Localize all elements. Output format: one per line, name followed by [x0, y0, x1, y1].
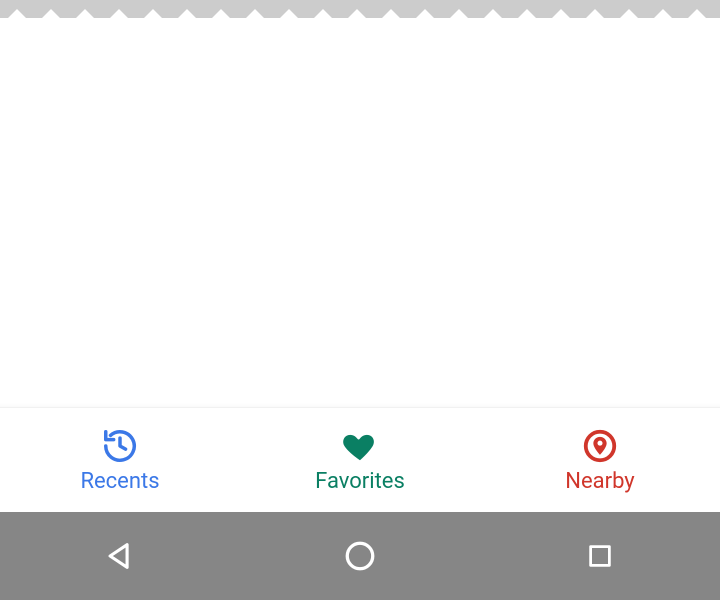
- content-area: [0, 18, 720, 408]
- system-recents-button[interactable]: [578, 534, 622, 578]
- cropped-top-indicator: [0, 0, 720, 18]
- nav-item-recents[interactable]: Recents: [0, 408, 240, 512]
- system-back-button[interactable]: [98, 534, 142, 578]
- android-system-nav: [0, 512, 720, 600]
- system-home-button[interactable]: [338, 534, 382, 578]
- triangle-back-icon: [103, 539, 137, 573]
- history-icon: [101, 427, 139, 465]
- bottom-navigation: Recents Favorites Nearby: [0, 408, 720, 512]
- location-icon: [581, 427, 619, 465]
- circle-home-icon: [342, 538, 378, 574]
- square-recents-icon: [585, 541, 615, 571]
- heart-icon: [339, 427, 381, 465]
- nav-item-nearby[interactable]: Nearby: [480, 408, 720, 512]
- nav-label-recents: Recents: [80, 471, 159, 493]
- nav-item-favorites[interactable]: Favorites: [240, 408, 480, 512]
- nav-label-nearby: Nearby: [565, 471, 634, 493]
- nav-label-favorites: Favorites: [315, 471, 405, 493]
- screen: Recents Favorites Nearby: [0, 0, 720, 600]
